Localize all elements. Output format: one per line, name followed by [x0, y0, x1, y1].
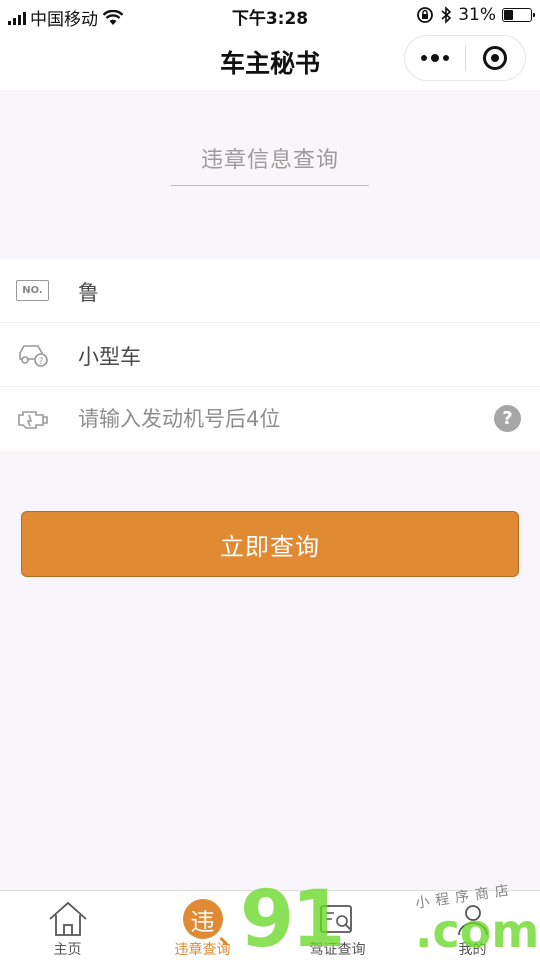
battery-label: 31%: [458, 5, 496, 25]
engine-icon: [18, 411, 48, 429]
tab-home[interactable]: 主页: [0, 891, 135, 960]
nav-bar: 车主秘书: [0, 30, 540, 90]
engine-number-input[interactable]: [78, 399, 468, 439]
tab-label-mine: 我的: [458, 942, 487, 958]
tab-violation-query[interactable]: 违 违章查询: [135, 891, 270, 960]
home-icon: [45, 897, 91, 941]
svg-text:?: ?: [39, 357, 44, 367]
tab-license-query[interactable]: 驾证查询: [270, 891, 405, 960]
battery-fill: [504, 10, 513, 20]
license-icon: [315, 897, 361, 941]
tab-label-license: 驾证查询: [309, 942, 366, 958]
tab-mine[interactable]: 我的: [405, 891, 540, 960]
section-underline: [171, 185, 369, 186]
mini-program-capsule: [404, 35, 526, 81]
section-title: 违章信息查询: [200, 148, 339, 173]
target-icon: [483, 46, 508, 70]
tab-label-violation: 违章查询: [174, 942, 231, 958]
plate-prefix-selector[interactable]: 鲁: [78, 277, 99, 307]
user-icon: [450, 897, 496, 941]
plate-number-icon: NO.: [16, 280, 49, 301]
violation-icon: 违: [180, 897, 226, 941]
engine-row: ?: [0, 387, 540, 451]
tab-label-home: 主页: [53, 942, 82, 958]
car-type-icon: ?: [19, 345, 48, 367]
status-bar: 中国移动 下午3:28 31%: [0, 0, 540, 30]
tab-bar: 主页 违 违章查询 驾证查询 我的: [0, 890, 540, 960]
close-program-button[interactable]: [466, 36, 526, 80]
status-right: 31%: [416, 5, 535, 25]
car-type-selector[interactable]: 小型车: [78, 341, 141, 371]
violation-icon-badge: 违: [182, 899, 223, 939]
more-button[interactable]: [405, 36, 465, 80]
more-icon: [420, 54, 449, 62]
rotation-lock-icon: [417, 7, 434, 23]
help-icon[interactable]: ?: [494, 405, 521, 432]
violation-query-form: NO. 鲁 ? 小型车 ?: [0, 259, 540, 451]
bluetooth-icon: [441, 6, 452, 24]
query-button[interactable]: 立即查询: [21, 511, 519, 577]
battery-icon: [502, 8, 535, 22]
car-type-row[interactable]: ? 小型车: [0, 323, 540, 387]
plate-row[interactable]: NO. 鲁: [0, 259, 540, 323]
